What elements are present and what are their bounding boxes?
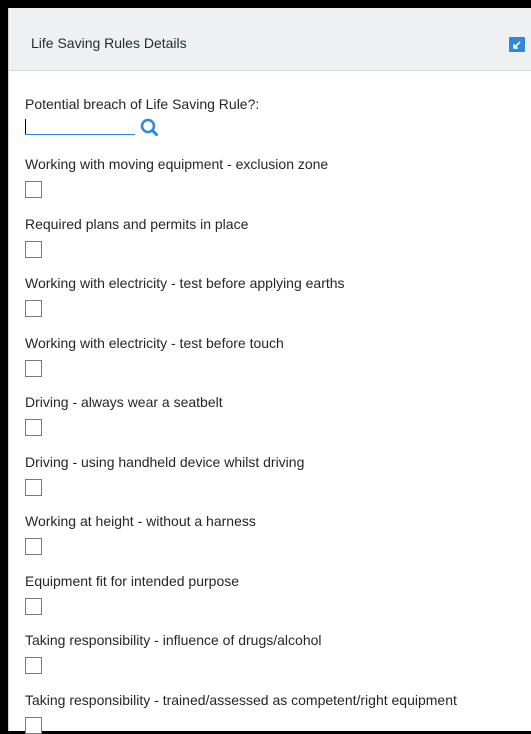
rule-checkbox[interactable] — [25, 359, 42, 377]
rule-label: Taking responsibility - influence of dru… — [25, 632, 322, 648]
rule-label: Driving - using handheld device whilst d… — [25, 453, 305, 470]
rule-checkbox[interactable] — [25, 478, 42, 496]
rule-label: Working with electricity - test before t… — [25, 334, 284, 351]
rule-checkbox[interactable] — [25, 538, 42, 555]
collapse-icon — [513, 40, 521, 49]
search-icon[interactable] — [139, 118, 161, 138]
rule-label: Required plans and permits in place — [25, 215, 249, 232]
rule-checkbox[interactable] — [25, 181, 42, 198]
rule-label: Working with electricity - test before a… — [25, 275, 345, 291]
rule-checkbox[interactable] — [25, 597, 42, 615]
rule-checkbox[interactable] — [25, 419, 42, 436]
rule-checkbox[interactable] — [25, 300, 42, 317]
panel-title: Life Saving Rules Details — [31, 35, 187, 51]
lookup-label: Potential breach of Life Saving Rule?: — [25, 96, 260, 112]
rule-checkbox[interactable] — [25, 657, 42, 674]
life-saving-rule-lookup-input[interactable] — [25, 117, 135, 135]
rule-label: Working at height - without a harness — [25, 513, 256, 529]
text-caret — [25, 119, 26, 134]
rule-label: Driving - always wear a seatbelt — [25, 394, 223, 410]
rule-label: Equipment fit for intended purpose — [25, 572, 240, 589]
rule-label: Taking responsibility - trained/assessed… — [25, 691, 457, 708]
rule-checkbox[interactable] — [25, 240, 42, 258]
life-saving-rules-panel: Life Saving Rules Details Potential brea… — [8, 8, 531, 734]
rule-label: Working with moving equipment - exclusio… — [25, 156, 329, 172]
collapse-button[interactable] — [509, 37, 525, 52]
panel-header: Life Saving Rules Details — [9, 8, 531, 71]
